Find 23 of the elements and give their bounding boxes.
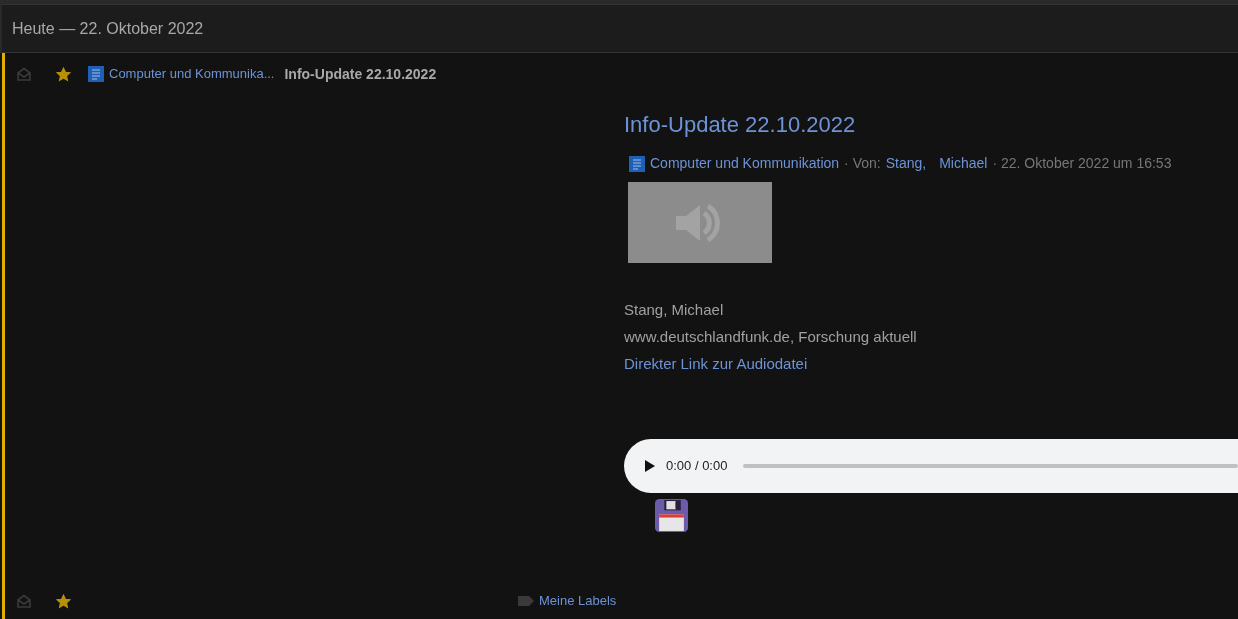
audio-link[interactable]: Link zur Audiodatei [680, 350, 808, 377]
time-display: 0:00 / 0:00 [666, 457, 728, 476]
feed-link[interactable]: Computer und Kommunikation [650, 153, 840, 174]
star-icon[interactable] [56, 593, 71, 609]
byline-label: · Von: [844, 154, 881, 173]
date-heading: Heute — 22. Oktober 2022 [12, 18, 204, 39]
author-link[interactable]: Stang, [885, 153, 927, 174]
article-title[interactable]: Info-Update 22.10.2022 [284, 63, 437, 85]
tag-icon [518, 596, 534, 606]
body-text: Direkter [624, 354, 677, 374]
play-icon[interactable] [644, 459, 656, 473]
article-heading[interactable]: Info-Update 22.10.2022 [624, 110, 1238, 140]
progress-track[interactable] [743, 464, 1238, 468]
author-link[interactable]: Michael [939, 153, 988, 174]
body-text: Stang, Michael [624, 300, 725, 320]
feed-link[interactable]: Computer und Kommunika... [109, 64, 275, 84]
body-text: www.deutschlandfunk.de, Forschung aktuell [624, 327, 918, 347]
document-icon [88, 66, 104, 82]
document-icon [629, 155, 645, 172]
audio-player[interactable]: 0:00 / 0:00 [624, 439, 1238, 493]
labels-link[interactable]: Meine Labels [539, 591, 617, 611]
article-date: · 22. Oktober 2022 um 16:53 [992, 154, 1172, 173]
star-icon[interactable] [56, 66, 71, 82]
